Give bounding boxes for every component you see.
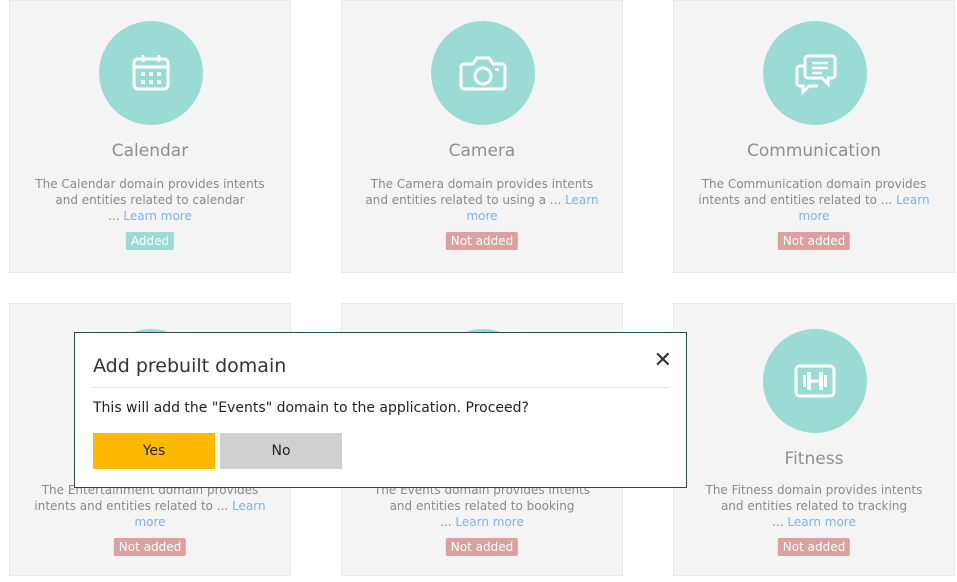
calendar-icon: [99, 21, 203, 125]
yes-button[interactable]: Yes: [93, 433, 215, 469]
close-icon[interactable]: ✕: [654, 349, 672, 373]
learn-more-link[interactable]: Learn more: [123, 209, 191, 223]
dialog-message: This will add the "Events" domain to the…: [93, 400, 529, 416]
status-badge: Not added: [445, 538, 519, 556]
divider: [93, 387, 668, 388]
fitness-icon: [763, 329, 867, 433]
status-badge: Not added: [445, 232, 519, 250]
card-description: The Camera domain provides intents and e…: [365, 177, 599, 223]
card-description: The Entertainment domain provides intent…: [34, 483, 266, 529]
card-title: Fitness: [784, 449, 844, 469]
card-description: The Communication domain provides intent…: [698, 177, 930, 223]
status-badge: Not added: [777, 538, 851, 556]
status-badge: Added: [125, 232, 175, 250]
card-description: The Calendar domain provides intents and…: [35, 177, 265, 223]
domain-card-communication[interactable]: Communication The Communication domain p…: [673, 0, 955, 273]
card-description: The Events domain provides intents and e…: [373, 483, 591, 529]
domain-card-calendar[interactable]: Calendar The Calendar domain provides in…: [9, 0, 291, 273]
no-button[interactable]: No: [220, 433, 342, 469]
dialog-title: Add prebuilt domain: [93, 355, 287, 377]
card-title: Camera: [448, 141, 516, 161]
status-badge: Not added: [777, 232, 851, 250]
domain-card-camera[interactable]: Camera The Camera domain provides intent…: [341, 0, 623, 273]
camera-icon: [431, 21, 535, 125]
card-title: Calendar: [111, 141, 189, 161]
status-badge: Not added: [113, 538, 187, 556]
add-prebuilt-domain-dialog: Add prebuilt domain ✕ This will add the …: [74, 332, 687, 488]
card-description: The Fitness domain provides intents and …: [705, 483, 923, 529]
communication-icon: [763, 21, 867, 125]
learn-more-link[interactable]: Learn more: [455, 515, 523, 529]
learn-more-link[interactable]: Learn more: [787, 515, 855, 529]
domain-card-fitness[interactable]: Fitness The Fitness domain provides inte…: [673, 303, 955, 576]
card-title: Communication: [747, 141, 881, 161]
